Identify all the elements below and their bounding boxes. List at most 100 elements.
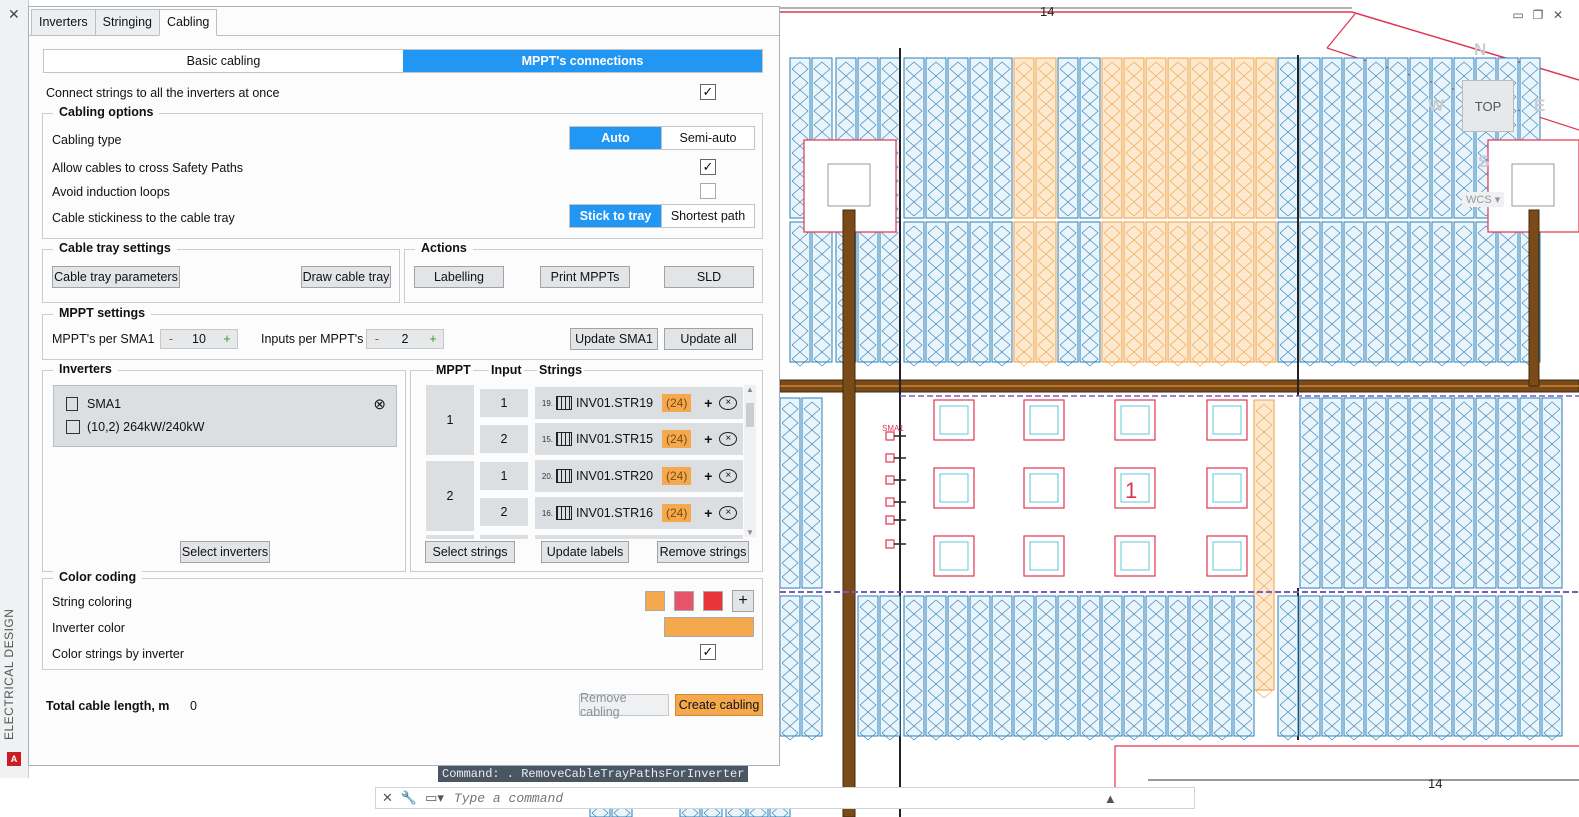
viewcube-south[interactable]: S <box>1478 152 1489 172</box>
remove-cabling-button[interactable]: Remove cabling <box>579 691 669 719</box>
color-by-inverter-checkbox[interactable]: ✓ <box>700 644 716 660</box>
tab-cabling[interactable]: Cabling <box>158 9 218 36</box>
viewcube-east[interactable]: E <box>1534 96 1545 116</box>
string-coloring-label: String coloring <box>52 595 132 609</box>
add-string-icon[interactable]: + <box>699 395 717 411</box>
inverter-name: SMA1 <box>87 397 122 411</box>
scroll-up-icon[interactable]: ▲ <box>746 385 754 394</box>
connect-all-checkbox[interactable]: ✓ <box>700 84 716 100</box>
stick-to-tray-option[interactable]: Stick to tray <box>570 205 661 227</box>
scrollbar-thumb[interactable] <box>746 403 754 427</box>
viewcube[interactable]: N W E S TOP <box>1422 40 1552 180</box>
cable-tray-parameters-button[interactable]: Cable tray parameters <box>52 266 180 288</box>
mppt-per-label: MPPT's per SMA1 <box>52 332 155 346</box>
minimize-icon[interactable]: ▭ <box>1511 8 1525 22</box>
inverter-color-swatch[interactable] <box>664 617 754 637</box>
create-cabling-button[interactable]: Create cabling <box>675 694 763 716</box>
connect-all-label: Connect strings to all the inverters at … <box>46 86 280 100</box>
cable-tray-group: Cable tray settings Cable tray parameter… <box>42 241 400 303</box>
mppt-table-group: MPPT Input Strings 1 2 1 2 1 2 19. INV01… <box>410 363 763 572</box>
cmd-prompt-icon[interactable]: ▭▾ <box>425 790 444 806</box>
viewcube-north[interactable]: N <box>1474 40 1486 60</box>
add-string-icon[interactable]: + <box>699 505 717 521</box>
inverter-remove-icon[interactable]: ⊗ <box>373 395 386 413</box>
inverters-title: Inverters <box>53 362 118 376</box>
mppt-table-scrollbar[interactable]: ▲ ▼ <box>744 385 756 537</box>
viewcube-west[interactable]: W <box>1428 96 1444 116</box>
cabling-type-semi-auto[interactable]: Semi-auto <box>661 127 754 149</box>
string-color-swatch-3[interactable] <box>703 591 723 611</box>
total-cable-length-value: 0 <box>190 699 197 713</box>
scroll-down-icon[interactable]: ▼ <box>746 528 754 537</box>
wcs-menu[interactable]: WCS ▾ <box>1462 192 1505 207</box>
string-row[interactable]: 20. INV01.STR20 (24) + × <box>535 460 743 492</box>
inputs-per-stepper[interactable]: - 2 + <box>366 329 444 349</box>
table-row-overflow <box>480 535 528 539</box>
select-inverters-button[interactable]: Select inverters <box>180 541 270 563</box>
string-row[interactable]: 16. INV01.STR16 (24) + × <box>535 497 743 529</box>
input-header: Input <box>489 363 524 377</box>
shortest-path-option[interactable]: Shortest path <box>661 205 754 227</box>
sld-button[interactable]: SLD <box>664 266 754 288</box>
mppt-per-stepper[interactable]: - 10 + <box>160 329 238 349</box>
sma-tag-label: SMA1 <box>882 424 904 433</box>
cabling-type-auto[interactable]: Auto <box>570 127 661 149</box>
tab-stringing[interactable]: Stringing <box>94 9 160 36</box>
viewcube-top-face[interactable]: TOP <box>1462 80 1514 132</box>
close-cmd-icon[interactable]: ✕ <box>382 790 393 806</box>
mppt-per-minus[interactable]: - <box>161 332 181 346</box>
remove-string-icon[interactable]: × <box>719 469 738 483</box>
remove-string-icon[interactable]: × <box>719 396 738 410</box>
induction-loops-checkbox[interactable] <box>700 183 716 199</box>
remove-string-icon[interactable]: × <box>719 432 738 446</box>
command-input[interactable] <box>451 789 1096 807</box>
mppt-per-value: 10 <box>192 332 206 346</box>
restore-icon[interactable]: ❐ <box>1531 8 1545 22</box>
update-sma1-button[interactable]: Update SMA1 <box>570 328 658 350</box>
remove-strings-button[interactable]: Remove strings <box>657 541 749 563</box>
inputs-per-plus[interactable]: + <box>423 332 443 346</box>
update-labels-button[interactable]: Update labels <box>541 541 629 563</box>
add-color-button[interactable]: + <box>732 590 754 612</box>
cross-safety-checkbox[interactable]: ✓ <box>700 159 716 175</box>
string-module-count: (24) <box>662 394 692 412</box>
tab-inverters[interactable]: Inverters <box>31 9 96 36</box>
basic-cabling-option[interactable]: Basic cabling <box>44 50 403 72</box>
remove-string-icon[interactable]: × <box>719 506 738 520</box>
select-strings-button[interactable]: Select strings <box>425 541 515 563</box>
mppt-settings-title: MPPT settings <box>53 306 152 320</box>
wrench-icon[interactable]: 🔧 <box>401 790 417 806</box>
mppt-per-plus[interactable]: + <box>217 332 237 346</box>
mppt-group-1: 1 <box>426 385 474 455</box>
string-index: 16. <box>541 508 553 518</box>
draw-cable-tray-button[interactable]: Draw cable tray <box>301 266 391 288</box>
cabling-type-switch: Auto Semi-auto <box>569 126 755 150</box>
add-string-icon[interactable]: + <box>699 431 717 447</box>
cmd-expand-icon[interactable]: ▲ <box>1104 791 1117 806</box>
string-color-swatch-2[interactable] <box>674 591 694 611</box>
string-index: 19. <box>541 398 553 408</box>
labelling-button[interactable]: Labelling <box>414 266 504 288</box>
input-cell: 1 <box>480 389 528 417</box>
inverter-spec-icon <box>66 420 80 434</box>
input-cell: 2 <box>480 425 528 453</box>
close-icon[interactable]: ✕ <box>1551 8 1565 22</box>
mppt-connections-option[interactable]: MPPT's connections <box>403 50 762 72</box>
inputs-per-minus[interactable]: - <box>367 332 387 346</box>
string-row[interactable]: 19. INV01.STR19 (24) + × <box>535 387 743 419</box>
string-row[interactable]: 15. INV01.STR15 (24) + × <box>535 423 743 455</box>
print-mppts-button[interactable]: Print MPPTs <box>540 266 630 288</box>
table-row-overflow <box>426 535 474 539</box>
string-color-swatch-1[interactable] <box>645 591 665 611</box>
update-all-button[interactable]: Update all <box>664 328 753 350</box>
inverters-group: Inverters SMA1 ⊗ (10,2) 264kW/240kW Sele… <box>42 362 406 572</box>
mppt-settings-group: MPPT settings MPPT's per SMA1 - 10 + Inp… <box>42 306 763 360</box>
input-cell: 2 <box>480 498 528 526</box>
add-string-icon[interactable]: + <box>699 468 717 484</box>
inverter-card-sma1[interactable]: SMA1 ⊗ (10,2) 264kW/240kW <box>53 385 397 447</box>
command-bar: ✕ 🔧 ▭▾ ▲ <box>375 787 1195 809</box>
string-name: INV01.STR16 <box>576 506 654 520</box>
inverter-color-label: Inverter color <box>52 621 125 635</box>
palette-close-icon[interactable]: ✕ <box>8 6 20 23</box>
zone-number-label: 1 <box>1125 478 1138 503</box>
